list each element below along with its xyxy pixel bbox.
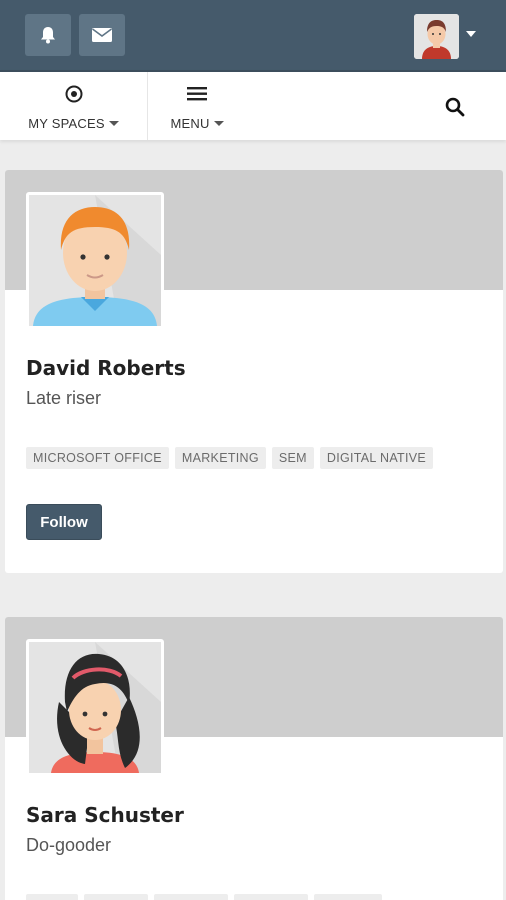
skill-tags: MICROSOFT OFFICE MARKETING SEM DIGITAL N… — [26, 447, 434, 469]
search-icon — [445, 97, 465, 117]
user-avatar[interactable] — [414, 14, 459, 59]
menu-label: MENU — [148, 116, 246, 131]
skill-tag[interactable]: MICROSOFT OFFICE — [26, 447, 169, 469]
skill-tag[interactable] — [84, 894, 148, 900]
skill-tag[interactable] — [234, 894, 308, 900]
profile-photo[interactable] — [26, 639, 164, 776]
skill-tag[interactable] — [314, 894, 382, 900]
caret-down-icon[interactable] — [466, 31, 476, 37]
my-spaces-button[interactable]: MY SPACES — [0, 72, 148, 140]
skill-tag[interactable] — [154, 894, 228, 900]
profile-name[interactable]: Sara Schuster — [26, 803, 184, 827]
bell-icon — [41, 27, 55, 44]
skill-tag[interactable]: DIGITAL NATIVE — [319, 447, 434, 469]
target-icon — [65, 85, 82, 103]
skill-tag[interactable] — [26, 894, 78, 900]
nav-bar: MY SPACES MENU — [0, 70, 506, 140]
notifications-button[interactable] — [25, 14, 71, 56]
profile-card: Sara Schuster Do-gooder — [5, 617, 503, 900]
profile-tagline: Late riser — [26, 388, 102, 408]
skill-tag[interactable]: SEM — [271, 447, 314, 469]
profile-tagline: Do-gooder — [26, 835, 112, 855]
chevron-down-icon — [213, 121, 224, 126]
follow-button[interactable]: Follow — [26, 504, 102, 540]
menu-button[interactable]: MENU — [148, 72, 246, 140]
search-button[interactable] — [440, 92, 470, 122]
skill-tags — [26, 894, 382, 900]
chevron-down-icon — [108, 121, 119, 126]
top-bar — [0, 0, 506, 70]
hamburger-icon — [187, 87, 207, 101]
skill-tag[interactable]: MARKETING — [174, 447, 266, 469]
messages-button[interactable] — [79, 14, 125, 56]
my-spaces-label: MY SPACES — [0, 116, 147, 131]
envelope-icon — [92, 28, 112, 42]
profile-photo[interactable] — [26, 192, 164, 329]
profile-name[interactable]: David Roberts — [26, 356, 186, 380]
profile-card: David Roberts Late riser MICROSOFT OFFIC… — [5, 170, 503, 573]
